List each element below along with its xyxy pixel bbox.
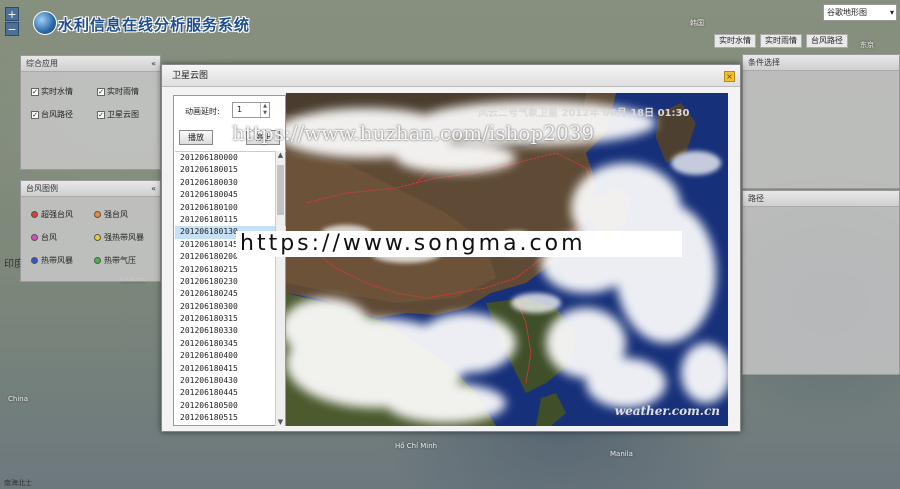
time-list-item[interactable]: 201206180245 xyxy=(175,288,286,300)
legend-panel-header[interactable]: 台风图例 « xyxy=(21,181,160,197)
stepper-arrows-icon[interactable]: ▲ ▼ xyxy=(260,103,269,117)
map-label-manila: Manila xyxy=(610,450,633,458)
time-list-item[interactable]: 201206180100 xyxy=(175,202,286,214)
watermark-band: https://www.songma.com xyxy=(236,231,682,257)
time-list-item[interactable]: 201206180500 xyxy=(175,400,286,412)
legend-label: 台风 xyxy=(41,233,57,242)
map-label-tokyo: 东京 xyxy=(860,41,874,49)
legend-dot-icon xyxy=(94,257,101,264)
legend-item-tropical-depression: 热带气压 xyxy=(94,255,136,266)
checkbox-check-icon[interactable]: ✓ xyxy=(31,87,39,96)
tab-realtime-water[interactable]: 实时水情 xyxy=(714,34,756,48)
map-label-korea: 韩国 xyxy=(690,19,704,27)
time-list-item[interactable]: 201206180115 xyxy=(175,214,286,226)
tab-realtime-rain[interactable]: 实时雨情 xyxy=(760,34,802,48)
zoom-out-button[interactable]: − xyxy=(5,22,19,36)
checkbox-realtime-rain[interactable]: ✓ 实时雨情 xyxy=(97,86,139,97)
app-title: 水利信息在线分析服务系统 xyxy=(58,16,251,34)
legend-label: 超强台风 xyxy=(41,210,73,219)
zoom-in-button[interactable]: + xyxy=(5,7,19,21)
map-label-sea: 南海北士 xyxy=(4,479,32,487)
path-panel-title: 路径 xyxy=(748,194,764,203)
legend-item-severe-tropical-storm: 强热带风暴 xyxy=(94,232,144,243)
weather-logo: weather.com.cn xyxy=(614,404,720,418)
time-list-item[interactable]: 201206180515 xyxy=(175,412,286,424)
legend-label: 强台风 xyxy=(104,210,128,219)
scrollbar-thumb[interactable] xyxy=(277,165,284,215)
delay-stepper[interactable]: 1 ▲ ▼ xyxy=(232,102,270,118)
time-list-item[interactable]: 201206180415 xyxy=(175,363,286,375)
time-list-item[interactable]: 201206180030 xyxy=(175,177,286,189)
time-list-item[interactable]: 201206180015 xyxy=(175,164,286,176)
comprehensive-panel: 综合应用 « ✓ 实时水情 ✓ 实时雨情 ✓ 台风路径 ✓ 卫星云图 xyxy=(20,55,161,170)
legend-label: 强热带风暴 xyxy=(104,233,144,242)
path-panel: 路径 xyxy=(742,190,900,375)
time-list-item[interactable]: 201206180345 xyxy=(175,338,286,350)
delay-value: 1 xyxy=(237,105,243,114)
conditions-panel: 条件选择 xyxy=(742,54,900,189)
map-label-hochiminh: Hồ Chí Minh xyxy=(395,442,438,450)
checkbox-label: 实时雨情 xyxy=(107,87,139,96)
legend-dot-icon xyxy=(94,234,101,241)
scroll-down-icon[interactable]: ▼ xyxy=(276,418,285,426)
comprehensive-panel-header[interactable]: 综合应用 « xyxy=(21,56,160,72)
globe-logo-icon xyxy=(33,11,57,35)
checkbox-realtime-water[interactable]: ✓ 实时水情 xyxy=(31,86,73,97)
scroll-up-icon[interactable]: ▲ xyxy=(276,151,285,159)
checkbox-label: 卫星云图 xyxy=(107,110,139,119)
time-list-item[interactable]: 201206180300 xyxy=(175,301,286,313)
close-icon[interactable]: × xyxy=(724,71,735,82)
checkbox-typhoon-path[interactable]: ✓ 台风路径 xyxy=(31,109,73,120)
satellite-caption: 风云二号气象卫星 2012年 06月 18日 01:30 xyxy=(478,108,690,119)
time-list-scrollbar[interactable]: ▲ ▼ xyxy=(275,151,285,426)
typhoon-legend-panel: 台风图例 « 超强台风 强台风 台风 强热带风暴 热带风暴 热带气压 xyxy=(20,180,161,282)
play-button[interactable]: 播放 xyxy=(179,130,213,145)
dialog-title: 卫星云图 xyxy=(172,71,209,81)
legend-dot-icon xyxy=(31,211,38,218)
legend-item-severe-typhoon: 强台风 xyxy=(94,209,128,220)
collapse-icon[interactable]: « xyxy=(151,56,156,71)
time-list-item[interactable]: 201206180445 xyxy=(175,387,286,399)
path-panel-header[interactable]: 路径 xyxy=(743,191,899,207)
legend-panel-title: 台风图例 xyxy=(26,184,58,193)
conditions-panel-header[interactable]: 条件选择 xyxy=(743,55,899,71)
legend-label: 热带气压 xyxy=(104,256,136,265)
checkbox-label: 实时水情 xyxy=(41,87,73,96)
checkbox-check-icon[interactable]: ✓ xyxy=(97,87,105,96)
legend-dot-icon xyxy=(31,234,38,241)
time-list-item[interactable]: 201206180315 xyxy=(175,313,286,325)
checkbox-check-icon[interactable]: ✓ xyxy=(97,110,105,119)
watermark-top: https://www.huzhan.com/ishop2039 xyxy=(232,121,595,145)
time-list-item[interactable]: 201206180430 xyxy=(175,375,286,387)
time-list-item[interactable]: 201206180230 xyxy=(175,276,286,288)
delay-label: 动画延时: xyxy=(185,107,220,116)
time-list-item[interactable]: 201206180000 xyxy=(175,152,286,164)
conditions-panel-title: 条件选择 xyxy=(748,58,780,67)
map-type-value: 谷歌地形图 xyxy=(827,8,867,17)
chevron-down-icon: ▾ xyxy=(889,8,894,17)
time-list-item[interactable]: 201206180045 xyxy=(175,189,286,201)
legend-dot-icon xyxy=(31,257,38,264)
tab-typhoon-path[interactable]: 台风路径 xyxy=(806,34,848,48)
time-list-item[interactable]: 201206180330 xyxy=(175,325,286,337)
legend-dot-icon xyxy=(94,211,101,218)
legend-item-super-typhoon: 超强台风 xyxy=(31,209,73,220)
collapse-icon[interactable]: « xyxy=(151,181,156,196)
legend-item-tropical-storm: 热带风暴 xyxy=(31,255,73,266)
map-type-select[interactable]: 谷歌地形图 ▾ xyxy=(823,4,897,21)
checkbox-label: 台风路径 xyxy=(41,110,73,119)
legend-label: 热带风暴 xyxy=(41,256,73,265)
comprehensive-panel-title: 综合应用 xyxy=(26,59,58,68)
time-list-item[interactable]: 201206180215 xyxy=(175,264,286,276)
checkbox-check-icon[interactable]: ✓ xyxy=(31,110,39,119)
time-list[interactable]: 201206180000 201206180015 201206180030 2012… xyxy=(175,151,286,426)
legend-item-typhoon: 台风 xyxy=(31,232,57,243)
dialog-title-bar[interactable]: 卫星云图 × xyxy=(162,65,740,87)
time-list-item[interactable]: 201206180400 xyxy=(175,350,286,362)
checkbox-satellite-cloud[interactable]: ✓ 卫星云图 xyxy=(97,109,139,120)
map-label-chennai: China xyxy=(8,395,28,403)
